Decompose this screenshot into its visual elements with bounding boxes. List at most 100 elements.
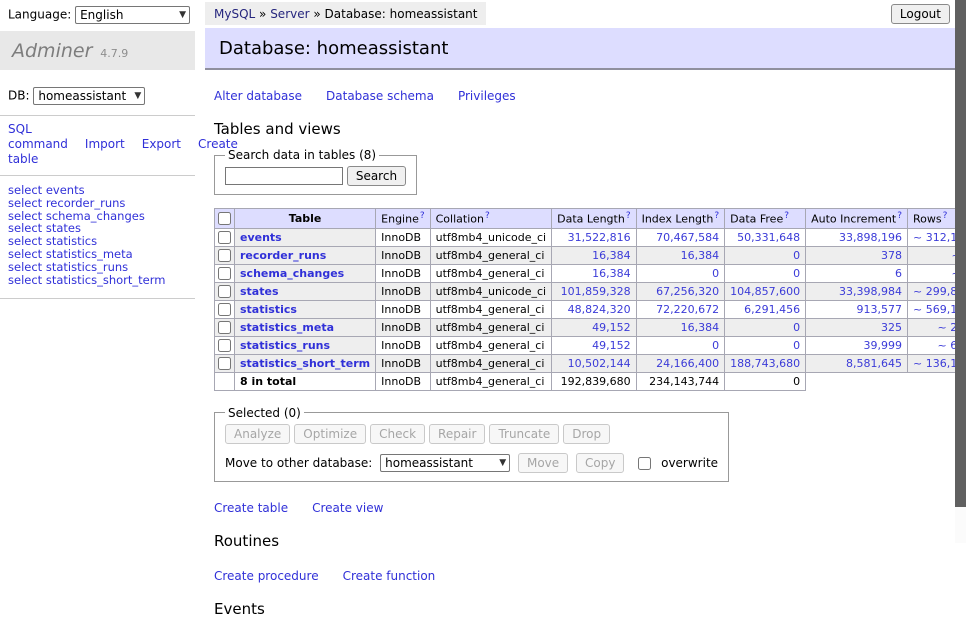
cell-data_length: 101,859,328 [552,282,636,300]
move-db-select-value: homeassistant [385,456,473,470]
app-name: Adminer [12,40,92,62]
db-action-link[interactable]: Database schema [326,89,434,103]
topbar: MySQL » Server » Database: homeassistant [205,0,966,24]
search-button[interactable]: Search [347,166,406,186]
page-title: Database: homeassistant [205,28,966,70]
row-checkbox[interactable] [218,321,231,334]
breadcrumb-link[interactable]: MySQL [214,7,255,21]
bulk-repair-button[interactable]: Repair [429,424,485,444]
routine-create-link[interactable]: Create function [343,569,436,583]
table-name-link[interactable]: statistics [240,303,297,316]
cell-collation: utf8mb4_general_ci [430,318,551,336]
move-db-select[interactable]: homeassistant ▼ [380,454,510,472]
select-all-checkbox[interactable] [218,212,231,225]
column-header-label: Table [289,212,322,225]
sidebar-action-link[interactable]: Import [85,137,125,151]
move-label: Move to other database: [225,456,372,470]
sidebar-table-link[interactable]: select statistics_meta [8,248,187,261]
cell-index_length: 0 [636,336,725,354]
table-row: statesInnoDButf8mb4_unicode_ci101,859,32… [215,282,966,300]
routine-create-link[interactable]: Create procedure [214,569,319,583]
column-help-link[interactable]: ? [714,211,719,221]
cell-collation: utf8mb4_general_ci [430,264,551,282]
cell-engine: InnoDB [376,282,430,300]
column-help-link[interactable]: ? [784,211,789,221]
search-input[interactable] [225,167,343,185]
bulk-check-button[interactable]: Check [370,424,425,444]
table-row: statisticsInnoDButf8mb4_general_ci48,824… [215,300,966,318]
chevron-down-icon: ▼ [499,458,506,468]
bulk-truncate-button[interactable]: Truncate [489,424,559,444]
sidebar-action-link[interactable]: Export [142,137,181,151]
row-checkbox[interactable] [218,357,231,370]
search-legend: Search data in tables (8) [225,148,379,162]
table-name-link[interactable]: statistics_short_term [240,357,370,370]
column-help-link[interactable]: ? [485,211,490,221]
cell-collation: utf8mb4_unicode_ci [430,228,551,246]
table-name-link[interactable]: recorder_runs [240,249,326,262]
row-checkbox[interactable] [218,267,231,280]
cell-data_length: 31,522,816 [552,228,636,246]
app-brand: Adminer 4.7.9 [0,31,195,70]
total-index-length: 234,143,744 [636,372,725,390]
language-row: Language: English ▼ [0,0,195,28]
column-header-index-length: Index Length? [636,209,725,229]
column-help-link[interactable]: ? [626,211,631,221]
sidebar-actions: SQL commandImportExportCreate table [0,122,195,167]
cell-data_free: 104,857,600 [725,282,806,300]
column-header-label: Collation [436,213,484,226]
overwrite-checkbox[interactable] [638,457,651,470]
cell-engine: InnoDB [376,246,430,264]
db-action-link[interactable]: Alter database [214,89,302,103]
selected-buttons: AnalyzeOptimizeCheckRepairTruncateDrop [225,424,718,444]
table-header-row: TableEngine?Collation?Data Length?Index … [215,209,966,229]
copy-button[interactable]: Copy [576,453,624,473]
db-action-link[interactable]: Privileges [458,89,516,103]
column-help-link[interactable]: ? [897,211,902,221]
table-name-link[interactable]: states [240,285,279,298]
table-name-link[interactable]: statistics_meta [240,321,334,334]
events-heading: Events [214,600,966,618]
routines-links: Create procedure Create function [214,569,966,583]
row-checkbox[interactable] [218,303,231,316]
cell-index_length: 70,467,584 [636,228,725,246]
cell-index_length: 16,384 [636,246,725,264]
language-select[interactable]: English ▼ [75,6,190,24]
bulk-optimize-button[interactable]: Optimize [294,424,366,444]
language-select-value: English [80,8,123,22]
sidebar-table-link[interactable]: select statistics_short_term [8,274,187,287]
bulk-drop-button[interactable]: Drop [563,424,610,444]
breadcrumb-link[interactable]: Server [270,7,309,21]
table-name-link[interactable]: statistics_runs [240,339,330,352]
cell-data_length: 48,824,320 [552,300,636,318]
create-link[interactable]: Create view [312,501,383,515]
scrollbar-thumb[interactable] [955,0,966,507]
sidebar-table-link[interactable]: select statistics_runs [8,261,187,274]
sidebar-action-link[interactable]: SQL command [8,122,68,151]
create-link[interactable]: Create table [214,501,288,515]
row-checkbox[interactable] [218,231,231,244]
overwrite-label: overwrite [661,456,718,470]
column-header-data-free: Data Free? [725,209,806,229]
scrollbar[interactable] [955,0,966,543]
logout-button[interactable]: Logout [891,4,950,24]
column-header-engine: Engine? [376,209,430,229]
row-checkbox[interactable] [218,249,231,262]
column-help-link[interactable]: ? [420,211,425,221]
cell-data_free: 0 [725,336,806,354]
column-header-label: Data Free [730,213,783,226]
table-name-link[interactable]: schema_changes [240,267,344,280]
sidebar-table-link[interactable]: select events [8,184,187,197]
column-help-link[interactable]: ? [943,211,948,221]
tables-heading: Tables and views [214,120,966,138]
table-name-link[interactable]: events [240,231,282,244]
row-checkbox[interactable] [218,339,231,352]
db-select[interactable]: homeassistant ▼ [33,87,145,105]
sidebar-table-links: select eventsselect recorder_runsselect … [0,182,195,290]
sidebar-table-link[interactable]: select recorder_runs [8,197,187,210]
column-header-label: Engine [381,213,419,226]
row-checkbox[interactable] [218,285,231,298]
chevron-down-icon: ▼ [179,10,186,20]
move-button[interactable]: Move [518,453,568,473]
bulk-analyze-button[interactable]: Analyze [225,424,290,444]
